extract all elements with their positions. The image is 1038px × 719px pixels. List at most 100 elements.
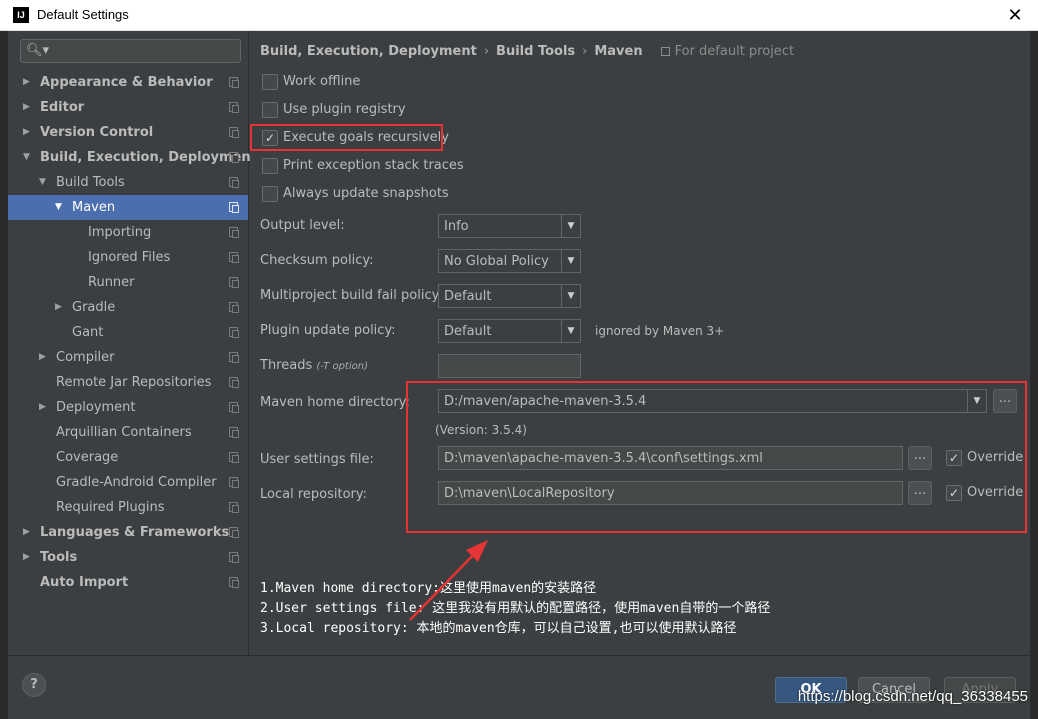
intellij-app-icon: IJ	[13, 7, 29, 23]
sidebar-item[interactable]: ▶ Version Control	[8, 120, 248, 145]
threads-input[interactable]	[438, 354, 581, 378]
sidebar-item-label: Runner	[88, 275, 135, 290]
chevron-down-icon: ▼	[561, 215, 580, 237]
sidebar-item-label: Editor	[40, 100, 85, 115]
checkbox-box[interactable]	[262, 102, 278, 118]
threads-label-text: Threads	[260, 358, 313, 373]
window-title: Default Settings	[37, 7, 129, 22]
sidebar-item[interactable]: ▶ Languages & Frameworks	[8, 520, 248, 545]
background-window-edge-right	[1030, 31, 1038, 719]
sidebar-item[interactable]: Importing	[8, 220, 248, 245]
sidebar-item-label: Remote Jar Repositories	[56, 375, 212, 390]
sidebar-item[interactable]: Required Plugins	[8, 495, 248, 520]
sidebar-item[interactable]: Ignored Files	[8, 245, 248, 270]
output-level-value: Info	[444, 219, 469, 234]
sidebar-item[interactable]: ▶ Gradle	[8, 295, 248, 320]
sidebar-item-label: Version Control	[40, 125, 154, 140]
sidebar-item[interactable]: Coverage	[8, 445, 248, 470]
project-scope-icon	[229, 352, 239, 363]
project-scope-icon	[229, 327, 239, 338]
scope-text: For default project	[674, 44, 795, 59]
annotation-highlight-maven-paths	[406, 381, 1027, 533]
chevron-right-icon[interactable]: ▶	[23, 95, 30, 120]
background-window-edge-left	[0, 31, 8, 719]
annotation-arrow	[409, 540, 488, 621]
chevron-right-icon[interactable]: ▶	[23, 70, 30, 95]
threads-hint: (-T option)	[316, 361, 368, 372]
sidebar-item[interactable]: ▶ Appearance & Behavior	[8, 70, 248, 95]
chevron-right-icon[interactable]: ▶	[39, 345, 46, 370]
checkbox-label: Work offline	[283, 74, 361, 89]
annotation-notes: 1.Maven home directory:这里使用maven的安装路径 2.…	[260, 579, 770, 639]
sidebar-item-label: Build, Execution, Deployment	[40, 150, 257, 165]
local-repository-label: Local repository:	[260, 487, 367, 502]
search-icon: 🔍︎▾	[26, 43, 50, 58]
sidebar-item[interactable]: Arquillian Containers	[8, 420, 248, 445]
sidebar-item-label: Appearance & Behavior	[40, 75, 213, 90]
chevron-right-icon[interactable]: ▶	[55, 295, 62, 320]
chevron-right-icon[interactable]: ▶	[23, 120, 30, 145]
project-scope-icon	[229, 377, 239, 388]
sidebar-item-label: Auto Import	[40, 575, 129, 590]
help-button[interactable]: ?	[22, 673, 46, 697]
multiproject-fail-policy-value: Default	[444, 289, 492, 304]
sidebar-item[interactable]: Remote Jar Repositories	[8, 370, 248, 395]
sidebar-item[interactable]: Auto Import	[8, 570, 248, 595]
checkbox-box[interactable]	[262, 158, 278, 174]
output-level-dropdown[interactable]: Info ▼	[438, 214, 581, 238]
chevron-right-icon[interactable]: ▶	[23, 520, 30, 545]
sidebar-item-label: Languages & Frameworks	[40, 525, 230, 540]
scope-label: For default project	[643, 44, 794, 59]
close-icon[interactable]: ✕	[992, 0, 1038, 31]
breadcrumb-separator: ›	[483, 44, 490, 59]
sidebar-item-label: Maven	[72, 200, 116, 215]
annotation-note: 3.Local repository: 本地的maven仓库，可以自己设置,也可…	[260, 621, 737, 636]
project-scope-icon	[229, 277, 239, 288]
sidebar-item[interactable]: Runner	[8, 270, 248, 295]
sidebar-item-label: Ignored Files	[88, 250, 171, 265]
project-scope-icon	[229, 227, 239, 238]
sidebar-item[interactable]: Gradle-Android Compiler	[8, 470, 248, 495]
sidebar-item[interactable]: ▼ Maven	[8, 195, 248, 220]
breadcrumb-part: Build Tools	[496, 44, 576, 59]
plugin-update-policy-dropdown[interactable]: Default ▼	[438, 319, 581, 343]
project-scope-icon	[229, 152, 239, 163]
chevron-down-icon: ▼	[561, 250, 580, 272]
checkbox-label: Always update snapshots	[283, 186, 449, 201]
project-scope-icon	[229, 77, 239, 88]
chevron-down-icon[interactable]: ▼	[55, 195, 62, 220]
multiproject-fail-policy-dropdown[interactable]: Default ▼	[438, 284, 581, 308]
checksum-policy-label: Checksum policy:	[260, 253, 374, 268]
sidebar-item[interactable]: Gant	[8, 320, 248, 345]
sidebar-item[interactable]: ▼ Build Tools	[8, 170, 248, 195]
sidebar-item[interactable]: ▶ Compiler	[8, 345, 248, 370]
chevron-right-icon[interactable]: ▶	[23, 545, 30, 570]
project-scope-icon	[229, 402, 239, 413]
sidebar-item-label: Compiler	[56, 350, 115, 365]
checkbox-box[interactable]	[262, 74, 278, 90]
project-scope-icon	[229, 177, 239, 188]
sidebar-item[interactable]: ▶ Deployment	[8, 395, 248, 420]
plugin-update-policy-label: Plugin update policy:	[260, 323, 396, 338]
project-scope-icon	[229, 252, 239, 263]
multiproject-fail-policy-label: Multiproject build fail policy:	[260, 288, 443, 303]
project-scope-icon	[229, 102, 239, 113]
checkbox-box[interactable]	[262, 186, 278, 202]
chevron-down-icon[interactable]: ▼	[23, 145, 30, 170]
project-scope-icon	[229, 577, 239, 588]
chevron-down-icon[interactable]: ▼	[39, 170, 46, 195]
project-scope-icon	[229, 427, 239, 438]
sidebar-item-label: Arquillian Containers	[56, 425, 192, 440]
annotation-note: 2.User settings file: 这里我没有用默认的配置路径，使用ma…	[260, 601, 771, 616]
sidebar-item[interactable]: ▼ Build, Execution, Deployment	[8, 145, 257, 170]
checkbox-label: Use plugin registry	[283, 102, 406, 117]
sidebar-item-label: Build Tools	[56, 175, 125, 190]
checksum-policy-dropdown[interactable]: No Global Policy ▼	[438, 249, 581, 273]
plugin-update-policy-value: Default	[444, 324, 492, 339]
sidebar-item[interactable]: ▶ Editor	[8, 95, 248, 120]
threads-label: Threads (-T option)	[260, 358, 368, 373]
settings-search-input[interactable]: 🔍︎▾	[20, 39, 241, 63]
chevron-right-icon[interactable]: ▶	[39, 395, 46, 420]
sidebar-item-label: Tools	[40, 550, 78, 565]
sidebar-item[interactable]: ▶ Tools	[8, 545, 248, 570]
